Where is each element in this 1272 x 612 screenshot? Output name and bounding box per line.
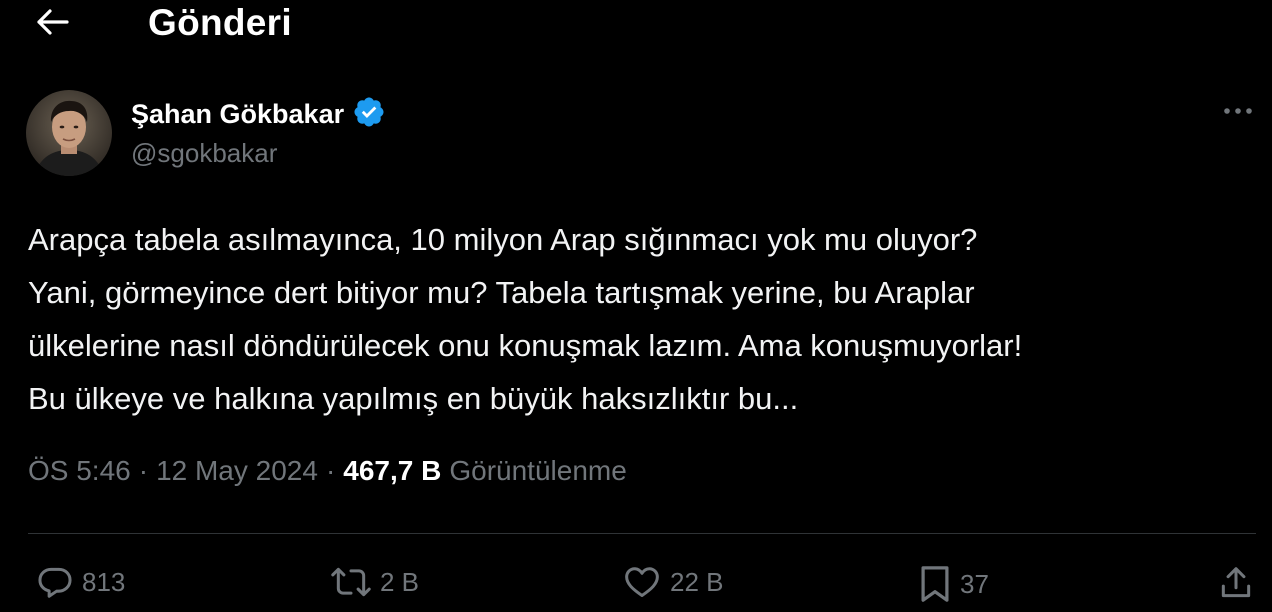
- tweet-text: Arapça tabela asılmayınca, 10 milyon Ara…: [28, 222, 1023, 416]
- verified-badge-icon: [352, 95, 386, 134]
- reply-count: 813: [82, 566, 126, 597]
- tweet-time[interactable]: ÖS 5:46: [28, 455, 131, 487]
- author-display-name: Şahan Gökbakar: [131, 99, 345, 129]
- heart-icon: [622, 563, 662, 601]
- avatar[interactable]: [26, 90, 112, 176]
- page-header: Gönderi: [12, 0, 1268, 50]
- back-button[interactable]: [32, 6, 72, 42]
- retweet-button[interactable]: 2 B: [330, 563, 419, 601]
- page-title: Gönderi: [148, 2, 292, 43]
- author-name[interactable]: Şahan Gökbakar: [131, 95, 386, 134]
- tweet-date[interactable]: 12 May 2024: [156, 455, 318, 487]
- retweet-icon: [330, 563, 372, 601]
- more-dots-icon: [1223, 102, 1253, 120]
- like-count: 22 B: [670, 566, 724, 597]
- views-count[interactable]: 467,7 B: [343, 455, 441, 487]
- arrow-left-icon: [35, 8, 69, 41]
- reply-button[interactable]: 813: [36, 563, 125, 601]
- like-button[interactable]: 22 B: [622, 563, 724, 601]
- views-label: Görüntülenme: [449, 455, 627, 486]
- meta-separator: ·: [138, 455, 149, 486]
- bookmark-count: 37: [960, 568, 989, 599]
- tweet-meta: ÖS 5:46 · 12 May 2024 · 467,7 B Görüntül…: [28, 455, 627, 487]
- retweet-count: 2 B: [380, 566, 420, 597]
- share-button[interactable]: [1217, 563, 1255, 603]
- bookmark-icon: [918, 563, 952, 605]
- reply-icon: [36, 563, 74, 601]
- bookmark-button[interactable]: 37: [918, 563, 989, 605]
- meta-separator: ·: [325, 455, 336, 486]
- tweet-detail-page: Gönderi Şahan Gökbakar @sgokbakar Arapça…: [12, 0, 1268, 612]
- more-options-button[interactable]: [1218, 96, 1258, 126]
- divider: [28, 533, 1256, 534]
- author-handle[interactable]: @sgokbakar: [131, 138, 277, 169]
- share-icon: [1217, 563, 1255, 603]
